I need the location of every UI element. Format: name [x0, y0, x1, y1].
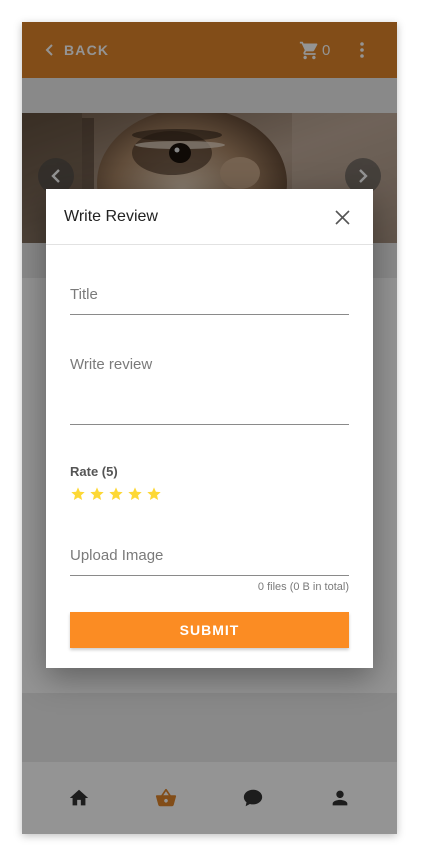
star-1[interactable]: [70, 486, 86, 502]
title-input[interactable]: Title: [70, 285, 349, 315]
review-placeholder: Write review: [70, 356, 153, 373]
submit-button[interactable]: SUBMIT: [70, 612, 349, 648]
star-icon: [128, 487, 142, 500]
close-button[interactable]: [332, 207, 352, 227]
upload-file-summary: 0 files (0 B in total): [257, 581, 349, 593]
star-3[interactable]: [108, 486, 124, 502]
app-screen: BACK 0 Write Review Title Write review R…: [22, 22, 397, 834]
write-review-dialog: Write Review Title Write review Rate (5)…: [46, 189, 373, 668]
dialog-title: Write Review: [64, 208, 158, 225]
star-icon: [71, 487, 85, 500]
title-placeholder: Title: [70, 286, 98, 303]
dialog-header: Write Review: [46, 189, 373, 245]
upload-placeholder: Upload Image: [70, 547, 164, 564]
rate-label: Rate (5): [70, 464, 118, 479]
star-4[interactable]: [127, 486, 143, 502]
review-textarea[interactable]: Write review: [70, 355, 349, 425]
star-icon: [90, 487, 104, 500]
upload-image-input[interactable]: Upload Image: [70, 546, 349, 576]
star-rating[interactable]: [70, 486, 162, 502]
star-2[interactable]: [89, 486, 105, 502]
star-icon: [147, 487, 161, 500]
star-icon: [109, 487, 123, 500]
star-5[interactable]: [146, 486, 162, 502]
close-icon: [334, 209, 350, 225]
